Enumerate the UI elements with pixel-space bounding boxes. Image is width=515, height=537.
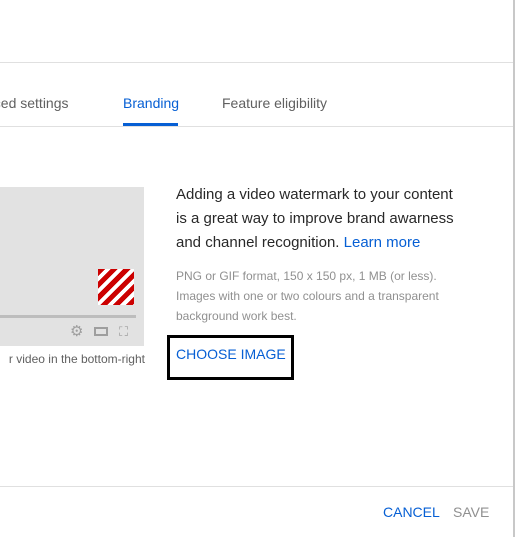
tab-feature-eligibility[interactable]: Feature eligibility <box>222 95 327 111</box>
gear-icon: ⚙ <box>70 323 84 340</box>
watermark-preview: ⚙ ⛶ <box>0 187 144 346</box>
format-note: PNG or GIF format, 150 x 150 px, 1 MB (o… <box>176 269 439 323</box>
watermark-description: Adding a video watermark to your content… <box>176 183 466 255</box>
choose-image-button[interactable]: CHOOSE IMAGE <box>176 346 286 362</box>
save-button[interactable]: SAVE <box>453 504 489 520</box>
preview-caption: r video in the bottom-right <box>8 352 145 366</box>
fullscreen-icon: ⛶ <box>119 324 129 339</box>
tabs-divider <box>0 126 513 127</box>
cancel-button[interactable]: CANCEL <box>383 504 440 520</box>
tab-branding[interactable]: Branding <box>123 95 179 111</box>
preview-progress-bar <box>0 315 136 318</box>
tab-advanced-settings[interactable]: nced settings <box>0 95 69 111</box>
branding-dialog: nced settings Branding Feature eligibili… <box>0 0 515 537</box>
footer-divider <box>0 486 513 487</box>
theater-mode-icon <box>94 327 108 336</box>
watermark-placeholder <box>98 269 134 305</box>
learn-more-link[interactable]: Learn more <box>344 234 421 251</box>
tab-bar: nced settings Branding Feature eligibili… <box>0 63 513 126</box>
